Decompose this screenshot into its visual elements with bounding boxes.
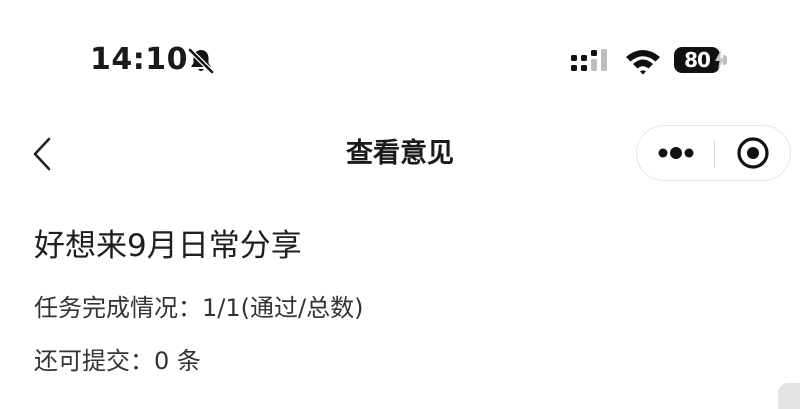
task-heading: 好想来9月日常分享 (34, 228, 302, 264)
target-circle-icon (737, 137, 769, 169)
content-area: 好想来9月日常分享 任务完成情况：1/1(通过/总数) 还可提交：0 条 (34, 222, 774, 379)
scroll-handle[interactable] (778, 383, 800, 409)
close-button[interactable] (715, 126, 791, 180)
lightning-bolt-icon (715, 50, 725, 70)
cellular-signal-icon (571, 49, 607, 71)
remaining-submissions-text: 还可提交：0 条 (34, 347, 201, 375)
bell-slash-icon (187, 47, 215, 75)
mini-program-capsule (636, 125, 791, 181)
status-bar: 14:10 80 (0, 0, 800, 110)
status-time: 14:10 (90, 42, 188, 77)
battery-indicator: 80 (674, 47, 732, 75)
task-progress-text: 任务完成情况：1/1(通过/总数) (34, 294, 364, 322)
wifi-icon (626, 50, 660, 75)
more-button[interactable] (637, 126, 714, 180)
nav-bar: 查看意见 (0, 110, 800, 200)
more-dots-icon (658, 147, 693, 159)
